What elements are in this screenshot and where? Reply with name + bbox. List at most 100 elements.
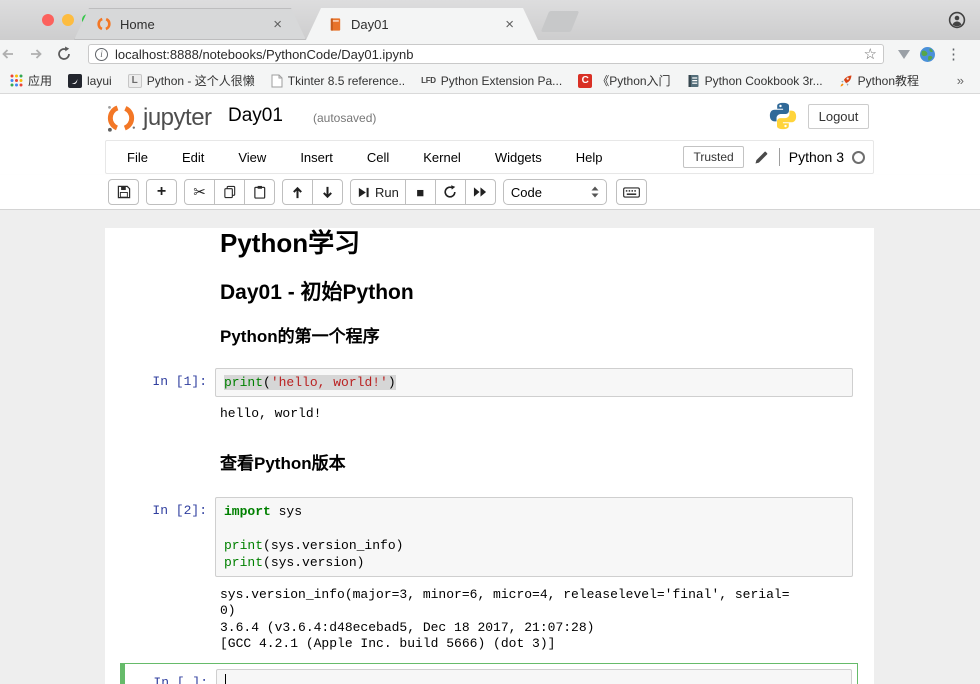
menu-insert[interactable]: Insert: [289, 150, 344, 165]
kernel-name: Python 3: [789, 149, 844, 165]
tab-title: Home: [120, 17, 271, 32]
browser-tab-bar: Home × Day01 ×: [0, 0, 980, 40]
markdown-heading-3: Python的第一个程序: [220, 326, 874, 348]
code-cell-2[interactable]: In [2]: import sys print(sys.version_inf…: [105, 497, 874, 577]
jupyter-logo[interactable]: jupyter: [105, 101, 212, 133]
markdown-heading-1: Python学习: [220, 228, 874, 258]
book-icon: [687, 74, 700, 88]
extension-icon[interactable]: [898, 50, 910, 59]
code-input-empty[interactable]: [216, 669, 852, 684]
menu-file[interactable]: File: [116, 150, 159, 165]
menu-edit[interactable]: Edit: [171, 150, 215, 165]
input-prompt: In [1]:: [105, 368, 215, 397]
bookmark-lfd[interactable]: LFD Python Extension Pa...: [421, 74, 562, 88]
trusted-button[interactable]: Trusted: [683, 146, 743, 168]
minimize-window-button[interactable]: [62, 14, 74, 26]
bookmark-python-blog[interactable]: L Python - 这个人很懒: [128, 72, 255, 89]
jupyter-toolbar: + ✂: [0, 175, 980, 210]
paste-cell-button[interactable]: [244, 179, 275, 205]
run-label: Run: [375, 185, 399, 200]
browser-menu-icon[interactable]: ⋮: [946, 45, 961, 63]
bookmark-apps[interactable]: 应用: [10, 72, 52, 89]
jupyter-favicon: [96, 16, 112, 32]
bookmark-cookbook[interactable]: Python Cookbook 3r...: [687, 74, 823, 88]
code-input[interactable]: import sys print(sys.version_info)print(…: [215, 497, 853, 577]
logout-button[interactable]: Logout: [808, 104, 869, 129]
text-cursor: [225, 674, 226, 684]
tab-day01[interactable]: Day01 ×: [306, 8, 538, 40]
jupyter-menubar: File Edit View Insert Cell Kernel Widget…: [0, 140, 980, 175]
red-c-icon: C: [578, 74, 592, 88]
bookmark-layui[interactable]: layui: [68, 74, 112, 88]
address-bar[interactable]: i localhost:8888/notebooks/PythonCode/Da…: [88, 44, 884, 64]
notebook-title[interactable]: Day01: [228, 105, 283, 127]
back-icon[interactable]: [0, 46, 28, 62]
kernel-idle-indicator: [852, 151, 865, 164]
interrupt-kernel-button[interactable]: ■: [405, 179, 436, 205]
page-icon: [271, 74, 283, 88]
browser-toolbar: i localhost:8888/notebooks/PythonCode/Da…: [0, 40, 980, 68]
profile-icon[interactable]: [948, 11, 966, 29]
move-cell-down-button[interactable]: [312, 179, 343, 205]
close-tab-icon[interactable]: ×: [271, 16, 284, 33]
output-prompt: [105, 587, 215, 653]
restart-run-all-button[interactable]: [465, 179, 496, 205]
jupyter-header: jupyter Day01 (autosaved) Logout: [0, 94, 980, 140]
letter-l-icon: L: [128, 74, 142, 88]
markdown-heading-2: Day01 - 初始Python: [220, 280, 874, 306]
save-button[interactable]: [108, 179, 139, 205]
cell-type-select[interactable]: Code: [503, 179, 607, 205]
input-prompt: In [2]:: [105, 497, 215, 577]
code-input[interactable]: print('hello, world!'): [215, 368, 853, 397]
output-area-1: hello, world!: [105, 406, 874, 423]
restart-kernel-button[interactable]: [435, 179, 466, 205]
output-text: sys.version_info(major=3, minor=6, micro…: [215, 587, 790, 653]
copy-cell-button[interactable]: [214, 179, 245, 205]
tab-title: Day01: [351, 17, 503, 32]
output-prompt: [105, 406, 215, 423]
markdown-heading-4: 查看Python版本: [220, 453, 874, 475]
select-arrows-icon: [591, 186, 599, 198]
notebook-container: Python学习 Day01 - 初始Python Python的第一个程序 I…: [105, 228, 874, 684]
notebook-favicon: [328, 17, 343, 32]
input-prompt: In [ ]:: [126, 669, 216, 684]
apps-grid-icon: [10, 74, 23, 87]
run-cell-button[interactable]: Run: [350, 179, 406, 205]
menu-widgets[interactable]: Widgets: [484, 150, 553, 165]
reload-icon[interactable]: [56, 46, 84, 62]
menu-view[interactable]: View: [227, 150, 277, 165]
bookmarks-overflow-icon[interactable]: »: [957, 73, 970, 88]
move-cell-up-button[interactable]: [282, 179, 313, 205]
edit-title-pencil-icon[interactable]: [754, 150, 769, 165]
notebook-scroll-area[interactable]: Python学习 Day01 - 初始Python Python的第一个程序 I…: [0, 210, 980, 684]
bookmarks-bar: 应用 layui L Python - 这个人很懒 Tkinter 8.5 re…: [0, 68, 980, 94]
bookmark-tkinter[interactable]: Tkinter 8.5 reference..: [271, 74, 405, 88]
bookmark-star-icon[interactable]: ☆: [864, 47, 877, 62]
url-text: localhost:8888/notebooks/PythonCode/Day0…: [115, 47, 864, 62]
python-logo: [768, 101, 798, 131]
cut-cell-button[interactable]: ✂: [184, 179, 215, 205]
close-tab-icon[interactable]: ×: [503, 16, 516, 33]
menu-help[interactable]: Help: [565, 150, 614, 165]
menu-cell[interactable]: Cell: [356, 150, 400, 165]
new-tab-button[interactable]: [541, 11, 579, 32]
command-palette-button[interactable]: [616, 179, 647, 205]
cell-type-value: Code: [511, 185, 591, 200]
code-cell-1[interactable]: In [1]: print('hello, world!'): [105, 368, 874, 397]
autosave-status: (autosaved): [313, 111, 376, 125]
output-text: hello, world!: [215, 406, 321, 423]
tab-home[interactable]: Home ×: [74, 8, 306, 40]
forward-icon[interactable]: [28, 46, 56, 62]
add-cell-button[interactable]: +: [146, 179, 177, 205]
info-icon[interactable]: i: [95, 48, 108, 61]
close-window-button[interactable]: [42, 14, 54, 26]
bookmark-python-tutorial[interactable]: Python教程: [839, 72, 919, 89]
bookmark-python-intro[interactable]: C 《Python入门: [578, 72, 670, 89]
jupyter-wordmark: jupyter: [143, 103, 212, 133]
divider: [779, 148, 780, 166]
code-cell-3-selected[interactable]: In [ ]:: [120, 663, 858, 684]
globe-extension-icon[interactable]: [919, 46, 936, 63]
layui-icon: [68, 74, 82, 88]
output-area-2: sys.version_info(major=3, minor=6, micro…: [105, 587, 874, 653]
menu-kernel[interactable]: Kernel: [412, 150, 472, 165]
